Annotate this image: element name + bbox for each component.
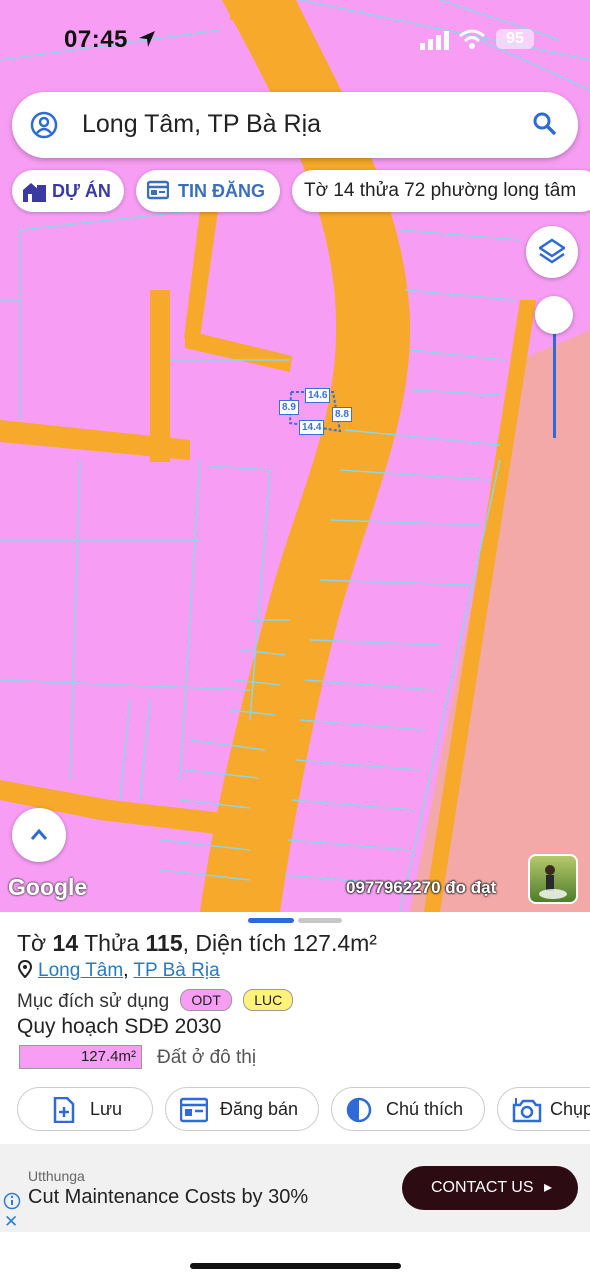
contrast-icon xyxy=(346,1097,372,1123)
cellular-signal-icon xyxy=(420,31,449,50)
sheet-handle-active[interactable] xyxy=(248,918,294,923)
title-area: , Diện tích 127.4m² xyxy=(182,930,377,956)
dim-label-bottom: 14.4 xyxy=(299,420,325,435)
ad-headline: Cut Maintenance Costs by 30% xyxy=(28,1186,309,1208)
post-sale-button[interactable]: Đăng bán xyxy=(165,1087,319,1131)
title-mid: Thửa xyxy=(78,930,146,956)
legend-button[interactable]: Chú thích xyxy=(331,1087,485,1131)
save-label: Lưu xyxy=(90,1099,123,1119)
chip-recent-search[interactable]: Tờ 14 thửa 72 phường long tâm xyxy=(292,170,590,212)
buildings-icon xyxy=(23,183,46,202)
parcel-info-sheet[interactable]: Tờ 14 Thửa 115, Diện tích 127.4m² Long T… xyxy=(0,912,590,1280)
post-sale-label: Đăng bán xyxy=(220,1099,299,1119)
clock: 07:45 xyxy=(64,26,128,53)
google-logo: Google xyxy=(8,874,88,900)
play-arrow-icon: ▸ xyxy=(543,1179,552,1196)
area-swatch: 127.4m² xyxy=(19,1045,142,1069)
chip-tin-dang-label: TIN ĐĂNG xyxy=(178,181,265,201)
dim-label-top: 14.6 xyxy=(305,388,331,403)
dim-label-left: 8.9 xyxy=(279,400,299,415)
tag-odt[interactable]: ODT xyxy=(180,989,232,1011)
contact-us-button[interactable]: CONTACT US ▸ xyxy=(402,1166,578,1210)
ward-link[interactable]: Long Tâm xyxy=(38,960,123,981)
layers-icon xyxy=(539,238,565,264)
land-use-label: Mục đích sử dụng xyxy=(17,991,170,1012)
opacity-slider-handle[interactable] xyxy=(535,296,573,334)
opacity-slider-track[interactable] xyxy=(553,320,556,438)
chip-tin-dang[interactable]: TIN ĐĂNG xyxy=(136,170,280,212)
parcel-number: 115 xyxy=(145,930,183,956)
location-pin-icon xyxy=(17,959,33,979)
address-separator: , xyxy=(123,960,134,981)
battery-indicator: 95 xyxy=(496,29,534,49)
photo-image xyxy=(539,865,567,899)
chip-du-an[interactable]: DỰ ÁN xyxy=(12,170,124,212)
search-icon[interactable] xyxy=(532,111,558,137)
ad-brand: Utthunga xyxy=(28,1168,85,1184)
expand-up-button[interactable] xyxy=(12,808,66,862)
search-bar[interactable]: Long Tâm, TP Bà Rịa xyxy=(12,92,578,158)
land-use-row: Mục đích sử dụng ODT LUC xyxy=(17,989,294,1013)
contact-note: 0977962270 đo đạt xyxy=(346,878,497,897)
area-type-label: Đất ở đô thị xyxy=(157,1047,257,1068)
dim-label-right: 8.8 xyxy=(332,407,352,422)
chevron-up-icon xyxy=(30,828,48,840)
account-icon[interactable] xyxy=(30,111,58,139)
capture-button[interactable]: Chụp xyxy=(497,1087,590,1131)
chip-du-an-label: DỰ ÁN xyxy=(52,181,111,201)
legend-label: Chú thích xyxy=(386,1099,464,1119)
parcel-address: Long Tâm, TP Bà Rịa xyxy=(17,959,220,982)
user-photo-thumbnail[interactable] xyxy=(528,854,578,904)
listing-icon xyxy=(147,180,169,200)
city-link[interactable]: TP Bà Rịa xyxy=(133,960,219,981)
info-icon[interactable] xyxy=(3,1192,21,1210)
wifi-icon xyxy=(459,29,485,49)
save-button[interactable]: Lưu xyxy=(17,1087,153,1131)
location-arrow-icon xyxy=(139,31,155,47)
sheet-handle[interactable] xyxy=(298,918,342,923)
tag-luc[interactable]: LUC xyxy=(243,989,294,1011)
ad-close-icon[interactable]: ✕ xyxy=(4,1212,18,1232)
map-view[interactable]: 14.6 8.9 8.8 14.4 07:45 95 Long Tâm, TP … xyxy=(0,0,590,912)
title-prefix: Tờ xyxy=(17,930,53,956)
sheet-number: 14 xyxy=(52,930,79,956)
capture-label: Chụp xyxy=(550,1099,590,1119)
search-input[interactable]: Long Tâm, TP Bà Rịa xyxy=(82,110,321,139)
home-indicator[interactable] xyxy=(190,1263,401,1269)
ad-banner[interactable]: ✕ Utthunga Cut Maintenance Costs by 30% … xyxy=(0,1144,590,1232)
plan-heading: Quy hoạch SDĐ 2030 xyxy=(17,1015,222,1038)
add-file-icon xyxy=(53,1097,75,1123)
listing-icon xyxy=(180,1097,208,1123)
parcel-title: Tờ 14 Thửa 115, Diện tích 127.4m² xyxy=(17,930,377,957)
camera-add-icon xyxy=(512,1098,542,1123)
layers-button[interactable] xyxy=(526,226,578,278)
contact-us-label: CONTACT US xyxy=(431,1179,534,1196)
status-bar: 07:45 95 xyxy=(0,26,590,56)
